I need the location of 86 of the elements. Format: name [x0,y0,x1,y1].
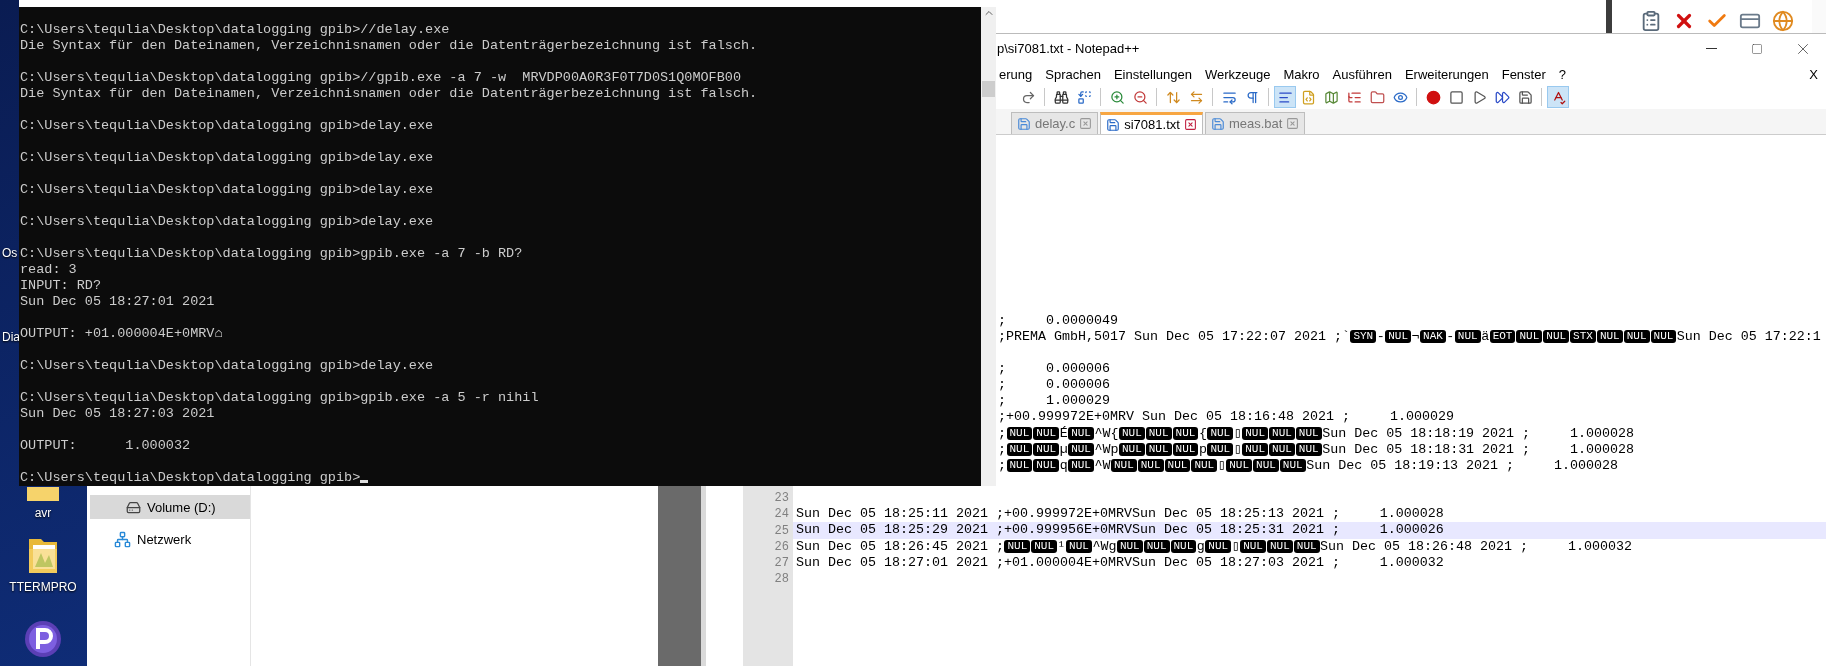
arrows-icon [1165,89,1181,105]
console-line: C:\Users\tequlia\Desktop\datalogging gpib>delay.exe [20,118,435,134]
floppy-icon [1106,117,1121,132]
console-line: read: 3 [20,262,78,278]
editor-line: ; 1.000029 [997,393,1111,410]
file-tab[interactable]: meas.bat [1204,112,1306,134]
menu-item[interactable]: Makro [1281,66,1322,82]
indent-icon [1277,89,1293,105]
file-tab[interactable]: si7081.txt [1100,112,1203,134]
zoom-out-icon [1132,89,1148,105]
clipboard-icon[interactable] [1640,9,1662,32]
menu-item[interactable]: ? [1556,66,1568,82]
console-line: OUTPUT: 1.000032 [20,438,192,454]
editor-line: Sun Dec 05 18:26:45 2021 ; NUL NUL ¹ NUL ^Wg NUL NUL NUL g NUL ▯ NUL NUL NUL Sun Dec 05 18:26:48 2021 ; 1.000032 [795,538,1634,555]
save-icon [1517,89,1533,105]
file-tab[interactable]: delay.c [1011,112,1099,134]
editor-line: Sun Dec 05 18:25:11 2021 ;+00.999972E+0MRVSun Dec 05 18:25:13 2021 ; 1.000028 [795,506,1445,523]
editor-line: ; 0.0000049 [997,312,1119,329]
replace-icon [1076,89,1092,105]
console-line: OUTPUT: +01.000004E+0MRV⌂ [20,326,224,342]
eye-icon [1392,89,1408,105]
binoculars-icon [1053,89,1069,105]
editor-line: ; 0.000006 [997,361,1111,378]
console-line: C:\Users\tequlia\Desktop\datalogging gpib>delay.exe [20,358,435,374]
console-line: Die Syntax für den Dateinamen, Verzeichnisnamen oder die Datenträgerbezeichnung ist falsch. [20,86,759,102]
map-icon [1323,89,1339,105]
menu-item[interactable]: Werkzeuge [1202,66,1273,82]
floppy-icon [1210,116,1225,131]
console-line: C:\Users\tequlia\Desktop\datalogging gpib> [20,470,981,486]
nav-item[interactable]: Netzwerk [90,527,250,551]
menu-item[interactable]: Sprachen [1043,66,1103,82]
redo-icon [1020,89,1036,105]
fast-forward-icon [1494,89,1510,105]
play-icon [1471,89,1487,105]
pilcrow-icon [1244,89,1260,105]
editor-line: ;+00.999972E+0MRV Sun Dec 05 18:16:48 2021 ; 1.000029 [997,409,1455,426]
console-line: Sun Dec 05 18:27:03 2021 [20,406,216,422]
globe-icon[interactable] [1772,9,1794,32]
menu-item[interactable]: Ausführen [1330,66,1394,82]
line-number: 24 [774,507,789,522]
desktop-icon-label[interactable]: Dia [2,329,20,345]
network-icon [114,530,131,548]
maximize-icon [1751,42,1763,55]
console-line: C:\Users\tequlia\Desktop\datalogging gpib>delay.exe [20,182,435,198]
console-line: C:\Users\tequlia\Desktop\datalogging gpib>//delay.exe [20,22,451,38]
console-line: INPUT: RD? [20,278,102,294]
close-icon[interactable] [1183,118,1197,131]
line-number: 23 [774,491,789,506]
minimize-icon [1705,48,1717,49]
menu-item[interactable]: Einstellungen [1111,66,1194,82]
console-line: C:\Users\tequlia\Desktop\datalogging gpib>gpib.exe -a 7 -b RD? [20,246,524,262]
window-title: p\si7081.txt - Notepad++ [997,41,1141,56]
toolbar-button[interactable] [1547,86,1569,108]
line-number: 26 [774,539,789,554]
close-document-button[interactable]: X [1809,66,1818,82]
editor-line: Sun Dec 05 18:27:01 2021 ;+01.000004E+0MRVSun Dec 05 18:27:03 2021 ; 1.000032 [795,554,1445,571]
arrows-icon [1188,89,1204,105]
app-icon[interactable] [23,619,63,659]
floppy-icon [1017,116,1031,131]
line-number: 27 [774,555,789,570]
stop-icon [1448,89,1464,105]
console-line: Die Syntax für den Dateinamen, Verzeichnisnamen oder die Datenträgerbezeichnung ist falsch. [20,38,759,54]
menu-item[interactable]: Fenster [1499,66,1548,82]
line-number: 28 [774,571,789,586]
menu-item[interactable]: erung [997,66,1035,82]
scrollbar[interactable] [981,7,996,486]
record-icon [1425,89,1441,105]
menu-item[interactable]: Erweiterungen [1402,66,1491,82]
drive-icon [126,499,141,515]
line-number: 25 [774,523,789,538]
file-code-icon [1300,89,1316,105]
console-line: C:\Users\tequlia\Desktop\datalogging gpib>//gpib.exe -a 7 -w MRVDP00A0R3F0T7D0S1Q0MOFB00 [20,70,743,86]
nav-item[interactable]: Volume (D:) [90,495,250,519]
editor-line: ; 0.000006 [997,377,1111,394]
console-line: C:\Users\tequlia\Desktop\datalogging gpib>delay.exe [20,214,435,230]
zoom-in-icon [1109,89,1125,105]
folder-icon [1369,89,1385,105]
console-line: C:\Users\tequlia\Desktop\datalogging gpib>gpib.exe -a 5 -r nihil [20,390,540,406]
wrap-icon [1221,89,1237,105]
desktop-icon-label[interactable]: avr [34,505,52,521]
desktop-icon-label[interactable]: Os [2,245,20,261]
console-line: Sun Dec 05 18:27:01 2021 [20,294,216,310]
list-icon [1346,89,1362,105]
scroll-thumb[interactable] [982,81,995,97]
console-line: C:\Users\tequlia\Desktop\datalogging gpib>delay.exe [20,150,435,166]
desktop-icon-label[interactable]: TTERMPRO [9,579,77,595]
